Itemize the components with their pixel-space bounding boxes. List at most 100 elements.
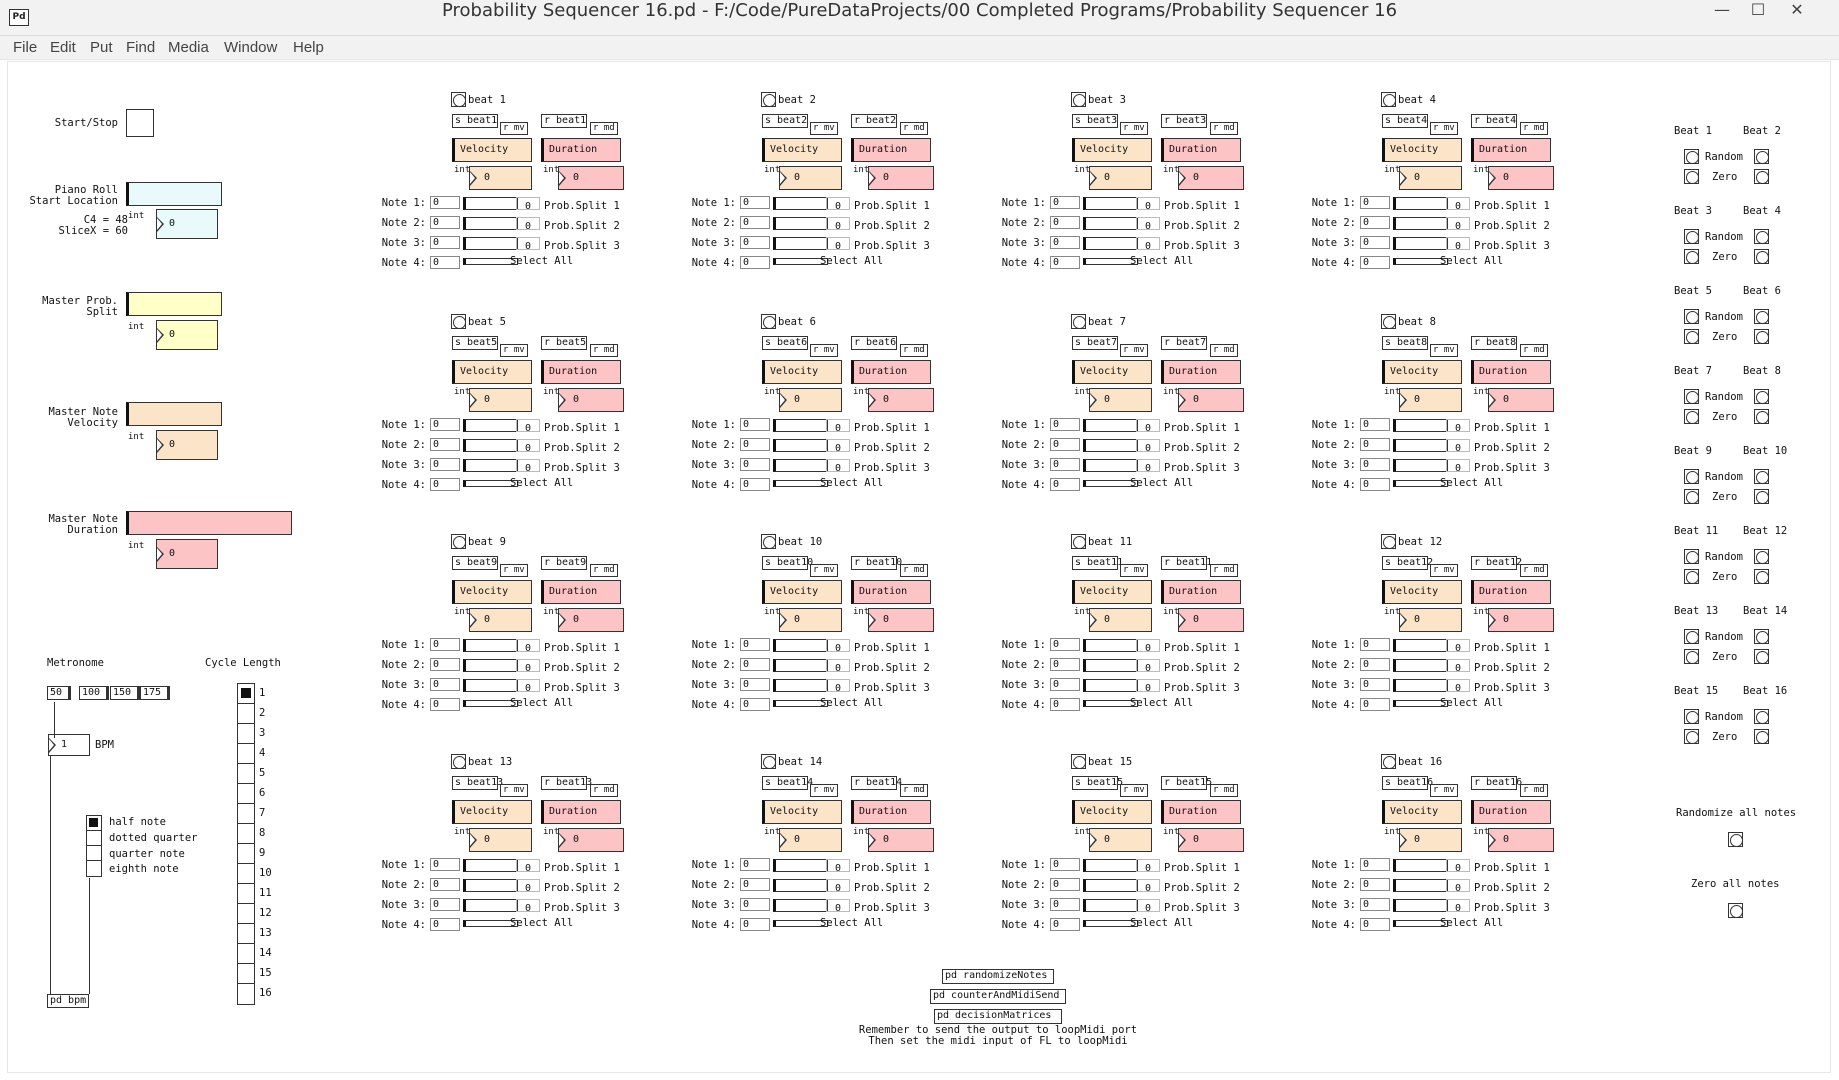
r-md-receive[interactable]: r md [1520,784,1548,797]
beat-receive[interactable]: r beat6 [851,336,897,350]
duration-number[interactable]: 0 [868,608,934,632]
r-md-receive[interactable]: r md [900,564,928,577]
r-md-receive[interactable]: r md [590,784,618,797]
duration-slider[interactable]: Duration [1161,138,1241,162]
prob-split-box[interactable] [1136,439,1160,452]
note-number[interactable]: 0 [740,698,770,711]
pd-counter-midi-send[interactable]: pd counterAndMidiSend [930,989,1066,1004]
duration-slider[interactable]: Duration [851,580,931,604]
velocity-slider[interactable]: Velocity [452,360,532,384]
note-number[interactable]: 0 [1050,858,1080,871]
r-mv-receive[interactable]: r mv [500,344,528,357]
random-bang-right[interactable] [1754,389,1769,404]
velocity-slider[interactable]: Velocity [452,800,532,824]
zero-bang-right[interactable] [1754,249,1769,264]
prob-split-slider[interactable] [1083,419,1138,432]
note-number[interactable]: 0 [1050,658,1080,671]
note-number[interactable]: 0 [1360,196,1390,209]
random-bang-right[interactable] [1754,549,1769,564]
prob-split-slider[interactable] [1393,197,1448,210]
beat-bang[interactable] [451,754,466,769]
cycle-radio-cell[interactable] [238,884,254,904]
zero-bang-right[interactable] [1754,409,1769,424]
prob-split-slider[interactable] [1393,639,1448,652]
beat-receive[interactable]: r beat11 [1161,556,1212,570]
velocity-number[interactable]: 0 [779,828,842,852]
duration-slider[interactable]: Duration [1471,800,1551,824]
prob-split-box[interactable] [1446,217,1470,230]
close-button[interactable]: ✕ [1780,0,1814,30]
note-number[interactable]: 0 [430,478,460,491]
velocity-slider[interactable]: Velocity [1072,580,1152,604]
r-md-receive[interactable]: r md [1210,122,1238,135]
prob-split-slider[interactable] [1083,879,1138,892]
zero-bang-left[interactable] [1684,329,1699,344]
note-number[interactable]: 0 [1360,878,1390,891]
beat-bang[interactable] [451,314,466,329]
prob-split-slider[interactable] [1083,197,1138,210]
note-number[interactable]: 0 [740,638,770,651]
random-bang-right[interactable] [1754,309,1769,324]
note-number[interactable]: 0 [1050,256,1080,269]
prob-split-slider[interactable] [463,679,518,692]
duration-slider[interactable]: Duration [851,138,931,162]
duration-slider[interactable]: Duration [541,800,621,824]
note-number[interactable]: 0 [740,418,770,431]
r-mv-receive[interactable]: r mv [1430,122,1458,135]
velocity-number[interactable]: 0 [1399,166,1462,190]
pd-randomize-notes[interactable]: pd randomizeNotes [942,969,1054,984]
cycle-radio-cell[interactable] [238,904,254,924]
note-number[interactable]: 0 [430,418,460,431]
random-bang-left[interactable] [1684,149,1699,164]
note-number[interactable]: 0 [1360,678,1390,691]
prob-split-box[interactable] [516,859,540,872]
beat-receive[interactable]: r beat14 [851,776,902,790]
note-number[interactable]: 0 [740,858,770,871]
note-type-radio[interactable] [86,815,102,877]
prob-split-slider[interactable] [463,459,518,472]
zero-all-bang[interactable] [1728,903,1743,918]
note-number[interactable]: 0 [1050,216,1080,229]
note-number[interactable]: 0 [1050,638,1080,651]
prob-split-box[interactable] [1446,439,1470,452]
beat-receive[interactable]: r beat15 [1161,776,1212,790]
prob-split-slider[interactable] [1083,237,1138,250]
prob-split-box[interactable] [516,237,540,250]
prob-split-slider[interactable] [463,237,518,250]
r-mv-receive[interactable]: r mv [500,784,528,797]
note-number[interactable]: 0 [430,698,460,711]
velocity-number[interactable]: 0 [1089,166,1152,190]
beat-bang[interactable] [761,92,776,107]
prob-split-box[interactable] [826,237,850,250]
r-md-receive[interactable]: r md [900,784,928,797]
zero-bang-left[interactable] [1684,649,1699,664]
prob-split-slider[interactable] [1393,659,1448,672]
prob-split-box[interactable] [1136,419,1160,432]
prob-split-slider[interactable] [1083,217,1138,230]
beat-receive[interactable]: r beat5 [541,336,587,350]
note-number[interactable]: 0 [1360,658,1390,671]
cycle-radio-cell[interactable] [238,844,254,864]
note-number[interactable]: 0 [1050,418,1080,431]
note-number[interactable]: 0 [740,236,770,249]
random-bang-right[interactable] [1754,469,1769,484]
prob-split-slider[interactable] [463,217,518,230]
prob-split-slider[interactable] [773,439,828,452]
beat-receive[interactable]: r beat7 [1161,336,1207,350]
prob-split-box[interactable] [1136,639,1160,652]
note-number[interactable]: 0 [430,236,460,249]
prob-split-box[interactable] [826,879,850,892]
prob-split-slider[interactable] [1083,899,1138,912]
prob-split-slider[interactable] [773,419,828,432]
velocity-number[interactable]: 0 [1399,608,1462,632]
bpm-preset-150[interactable]: 150 [110,686,140,700]
duration-slider[interactable]: Duration [1161,360,1241,384]
beat-receive[interactable]: r beat8 [1471,336,1517,350]
prob-split-slider[interactable] [1083,439,1138,452]
cycle-radio-cell[interactable] [238,804,254,824]
duration-slider[interactable]: Duration [541,138,621,162]
duration-slider[interactable]: Duration [541,580,621,604]
prob-split-box[interactable] [1446,859,1470,872]
prob-split-slider[interactable] [463,879,518,892]
cycle-radio-cell[interactable] [238,704,254,724]
